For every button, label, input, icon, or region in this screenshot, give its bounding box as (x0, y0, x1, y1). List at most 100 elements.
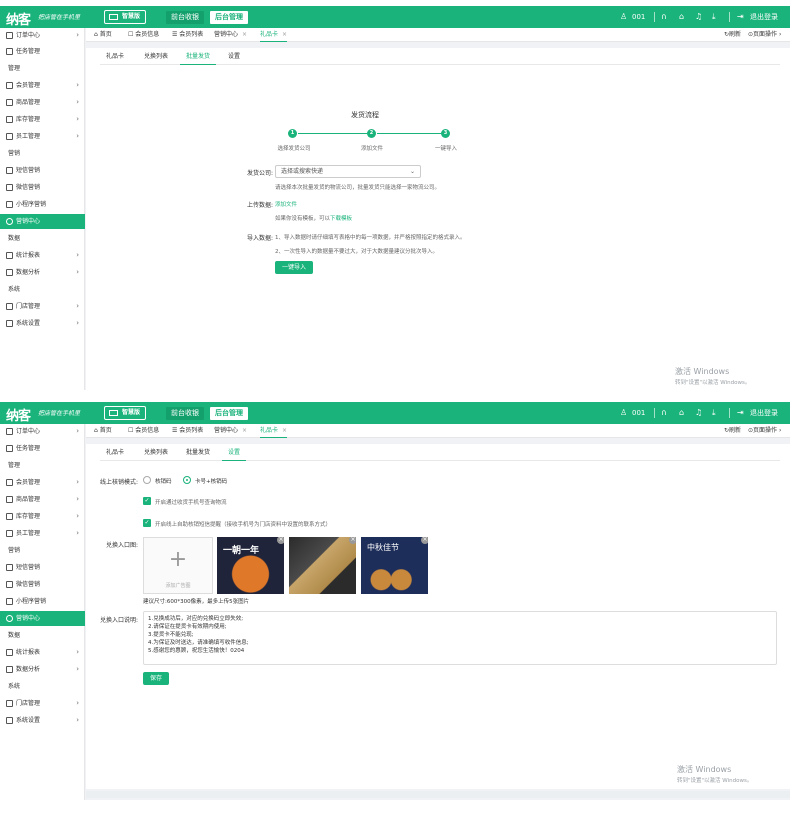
one-click-import-button[interactable]: 一键导入 (275, 261, 313, 274)
sidebar-item-members[interactable]: 会员管理 › (0, 78, 85, 93)
lock-icon[interactable]: ⌂ (679, 12, 684, 22)
sidebar-item-orders[interactable]: 订单中心 › (0, 424, 85, 439)
logout-icon[interactable]: ⇥ (737, 12, 744, 22)
sidebar-item-tasks[interactable]: 任务管理 (0, 44, 85, 59)
refresh-button[interactable]: ↻刷新 (724, 28, 741, 42)
subtab-settings[interactable]: 设置 (222, 444, 247, 461)
user-icon[interactable]: ♙ (620, 12, 627, 22)
wechat-edition-badge[interactable]: 智慧版 (104, 406, 146, 420)
subtab-gift-card[interactable]: 礼品卡 (100, 444, 130, 461)
bell-icon[interactable]: ♫ (695, 408, 702, 418)
sidebar-item-stores[interactable]: 门店管理 › (0, 696, 85, 711)
sidebar-item-label: 统计报表 (16, 649, 41, 656)
sidebar-item-sms[interactable]: 短信营销 (0, 163, 85, 178)
sidebar-item-miniapp[interactable]: 小程序营销 (0, 594, 85, 609)
sidebar-item-orders[interactable]: 订单中心 › (0, 28, 85, 43)
download-template-link[interactable]: 下载模板 (330, 216, 352, 222)
headset-icon[interactable]: ∩ (661, 408, 667, 418)
sidebar-item-wechat[interactable]: 微信营销 (0, 180, 85, 195)
bell-icon[interactable]: ♫ (695, 12, 702, 22)
subtab-gift-card[interactable]: 礼品卡 (100, 48, 130, 65)
close-icon[interactable]: × (282, 427, 287, 434)
logout-button[interactable]: 退出登录 (750, 12, 778, 22)
logout-button[interactable]: 退出登录 (750, 408, 778, 418)
page-ops-button[interactable]: ⊙页面操作 › (748, 28, 781, 42)
banner-image-hairy-crab[interactable]: 一朝一年 × (217, 537, 284, 594)
close-icon[interactable]: × (421, 537, 428, 544)
user-icon[interactable]: ♙ (620, 408, 627, 418)
subtab-batch-shipping[interactable]: 批量发货 (180, 444, 216, 461)
sidebar-item-members[interactable]: 会员管理 › (0, 475, 85, 490)
tab-marketing-center[interactable]: 营销中心 × (214, 424, 247, 438)
subtab-exchange-list[interactable]: 兑换列表 (138, 48, 174, 65)
subtab-settings[interactable]: 设置 (222, 48, 246, 65)
checkbox-sms-reminder[interactable]: ✓ (143, 519, 151, 527)
horizontal-scrollbar[interactable] (86, 791, 790, 798)
sidebar-item-stock[interactable]: 库存管理 › (0, 112, 85, 127)
radio-card-and-code-label: 卡号+核销码 (195, 479, 228, 485)
sidebar-item-settings[interactable]: 系统设置 › (0, 316, 85, 331)
close-icon[interactable]: × (277, 537, 284, 544)
download-icon[interactable]: ⤓ (712, 12, 716, 22)
sidebar-item-stock[interactable]: 库存管理 › (0, 509, 85, 524)
banner-image-mooncake[interactable]: 中秋佳节 × (361, 537, 428, 594)
refresh-button[interactable]: ↻刷新 (724, 424, 741, 438)
radio-card-and-code[interactable] (183, 476, 191, 484)
tab-gift-card[interactable]: 礼品卡 × (260, 424, 288, 438)
headset-icon[interactable]: ∩ (661, 12, 667, 22)
lock-icon[interactable]: ⌂ (679, 408, 684, 418)
add-file-link[interactable]: 添加文件 (275, 200, 297, 208)
gear-icon (6, 717, 13, 724)
sidebar-item-goods[interactable]: 商品管理 › (0, 95, 85, 110)
sidebar-item-staff[interactable]: 员工管理 › (0, 526, 85, 541)
sidebar-item-analysis[interactable]: 数据分析 › (0, 265, 85, 280)
tab-home[interactable]: ⌂ 首页 (94, 424, 112, 438)
page-ops-button[interactable]: ⊙页面操作 › (748, 424, 781, 438)
radio-verify-code[interactable] (143, 476, 151, 484)
entry-desc-textarea[interactable]: 1.兑换成功后，对应的兑换码立即失效; 2.请保证在提货卡有效期内使用; 3.提… (143, 611, 777, 665)
tab-gift-card[interactable]: 礼品卡 × (260, 28, 288, 42)
subtab-exchange-list[interactable]: 兑换列表 (138, 444, 174, 461)
sidebar-item-stores[interactable]: 门店管理 › (0, 299, 85, 314)
image-upload-box[interactable]: + 添加广告图 (143, 537, 213, 594)
logout-icon[interactable]: ⇥ (737, 408, 744, 418)
subtab-batch-shipping[interactable]: 批量发货 (180, 48, 217, 65)
company-select-placeholder: 选择或搜索快递 (281, 168, 324, 175)
banner-image-gift-box[interactable]: × (289, 537, 356, 594)
sidebar-item-sms[interactable]: 短信营销 (0, 560, 85, 575)
template-hint-text: 如果你没有模板，可以 (275, 216, 331, 222)
checkbox-phone-tracking[interactable]: ✓ (143, 497, 151, 505)
nav-backend-admin[interactable]: 后台管理 (210, 407, 248, 420)
sidebar-item-wechat[interactable]: 微信营销 (0, 577, 85, 592)
tab-member-info[interactable]: ☐ 会员信息 (128, 424, 159, 438)
tab-member-info[interactable]: ☐ 会员信息 (128, 28, 159, 42)
sidebar-item-settings[interactable]: 系统设置 › (0, 713, 85, 728)
company-select[interactable]: 选择或搜索快递 ⌄ (275, 165, 421, 178)
sidebar-item-marketing-center[interactable]: 营销中心 (0, 611, 85, 626)
company-label: 发货公司: (246, 170, 273, 177)
tab-marketing-center[interactable]: 营销中心 × (214, 28, 247, 42)
sidebar-item-staff[interactable]: 员工管理 › (0, 129, 85, 144)
chevron-right-icon: › (76, 512, 79, 520)
download-icon[interactable]: ⤓ (712, 408, 716, 418)
tab-member-list[interactable]: ☰ 会员列表 (172, 28, 203, 42)
close-icon[interactable]: × (242, 427, 247, 434)
nav-front-cashier[interactable]: 前台收银 (166, 407, 204, 420)
sidebar-item-tasks[interactable]: 任务管理 (0, 441, 85, 456)
close-icon[interactable]: × (349, 537, 356, 544)
wechat-edition-badge[interactable]: 智慧版 (104, 10, 146, 24)
sidebar-item-miniapp[interactable]: 小程序营销 (0, 197, 85, 212)
sidebar-item-analysis[interactable]: 数据分析 › (0, 662, 85, 677)
save-button[interactable]: 保存 (143, 672, 169, 685)
sidebar-item-goods[interactable]: 商品管理 › (0, 492, 85, 507)
sidebar-item-marketing-center[interactable]: 营销中心 (0, 214, 85, 229)
sidebar-item-reports[interactable]: 统计报表 › (0, 248, 85, 263)
tab-member-list[interactable]: ☰ 会员列表 (172, 424, 203, 438)
sidebar-item-reports[interactable]: 统计报表 › (0, 645, 85, 660)
tab-label: 会员列表 (179, 427, 204, 434)
close-icon[interactable]: × (282, 31, 287, 38)
tab-home[interactable]: ⌂ 首页 (94, 28, 112, 42)
nav-front-cashier[interactable]: 前台收银 (166, 11, 204, 24)
close-icon[interactable]: × (242, 31, 247, 38)
nav-backend-admin[interactable]: 后台管理 (210, 11, 248, 24)
